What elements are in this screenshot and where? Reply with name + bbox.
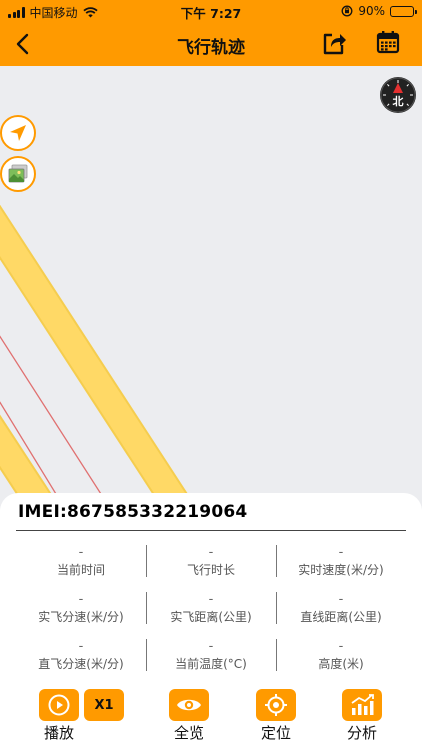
share-button[interactable] [320,29,348,57]
eye-icon [177,699,201,711]
stat-value: - [338,545,344,560]
overview-button[interactable] [169,689,209,721]
imei-label: IMEI:867585332219064 [18,502,248,522]
status-right: 90% [341,4,417,18]
map-layer-button[interactable] [0,156,36,192]
stat-actual-speed: - 实飞分速(米/分) [16,590,146,637]
compass-button[interactable]: 北 [380,77,416,113]
overview-label: 全览 [173,724,204,742]
analyze-button[interactable] [342,689,382,721]
calendar-icon [376,31,400,54]
stat-value: - [208,592,214,607]
stat-label: 当前时间 [56,563,105,577]
stat-label: 实时速度(米/分) [298,563,384,577]
stats-grid: - 当前时间 - 飞行时长 - 实时速度(米/分) - 实飞分速(米/分) - 实飞距离(… [16,543,406,684]
locate-label: 定位 [260,724,291,742]
stat-label: 实飞分速(米/分) [38,610,124,624]
play-button[interactable] [39,689,79,721]
stat-altitude: - 高度(米) [276,637,406,684]
stat-value: - [78,639,84,654]
battery-icon [390,5,417,17]
stat-label: 当前温度(°C) [175,657,247,671]
nav-bar: 飞行轨迹 [0,22,422,66]
stat-label: 高度(米) [318,657,364,671]
stat-value: - [78,545,84,560]
map-layer-icon [8,164,28,183]
playback-speed-label: X1 [94,697,114,713]
bar-chart-icon [351,694,374,715]
stat-actual-distance: - 实飞距离(公里) [146,590,276,637]
stat-value: - [208,545,214,560]
page-title: 飞行轨迹 [177,38,245,58]
stat-value: - [338,639,344,654]
calendar-button[interactable] [375,29,403,57]
divider [16,530,406,531]
crosshair-icon [265,694,287,716]
stats-row: - 实飞分速(米/分) - 实飞距离(公里) - 直线距离(公里) [16,590,406,637]
stat-temperature: - 当前温度(°C) [146,637,276,684]
stat-label: 直线距离(公里) [300,610,382,624]
stat-label: 飞行时长 [186,563,235,577]
locate-button[interactable] [256,689,296,721]
share-icon [323,33,346,55]
compass-north-label: 北 [392,95,404,108]
my-location-button[interactable] [0,115,36,151]
info-panel: IMEI:867585332219064 - 当前时间 - 飞行时长 - 实时速度(米… [0,493,422,750]
stat-value: - [78,592,84,607]
action-bar: X1 播放 全览 定位 分析 [0,686,422,748]
stat-label: 直飞分速(米/分) [38,657,124,671]
rotation-lock-icon [341,5,353,17]
stat-flight-duration: - 飞行时长 [146,543,276,590]
playback-speed-button[interactable]: X1 [84,689,124,721]
stat-value: - [338,592,344,607]
navigation-arrow-icon [10,125,26,141]
stat-direct-speed: - 直飞分速(米/分) [16,637,146,684]
stats-row: - 当前时间 - 飞行时长 - 实时速度(米/分) [16,543,406,590]
stats-row: - 直飞分速(米/分) - 当前温度(°C) - 高度(米) [16,637,406,684]
stat-realtime-speed: - 实时速度(米/分) [276,543,406,590]
stat-straight-distance: - 直线距离(公里) [276,590,406,637]
analyze-label: 分析 [346,724,377,742]
stat-value: - [208,639,214,654]
play-label: 播放 [43,724,74,742]
stat-label: 实飞距离(公里) [170,610,252,624]
play-icon [48,694,70,716]
battery-percent: 90% [358,4,385,18]
stat-current-time: - 当前时间 [16,543,146,590]
status-bar: 中国移动 下午 7:27 90% [0,0,422,22]
